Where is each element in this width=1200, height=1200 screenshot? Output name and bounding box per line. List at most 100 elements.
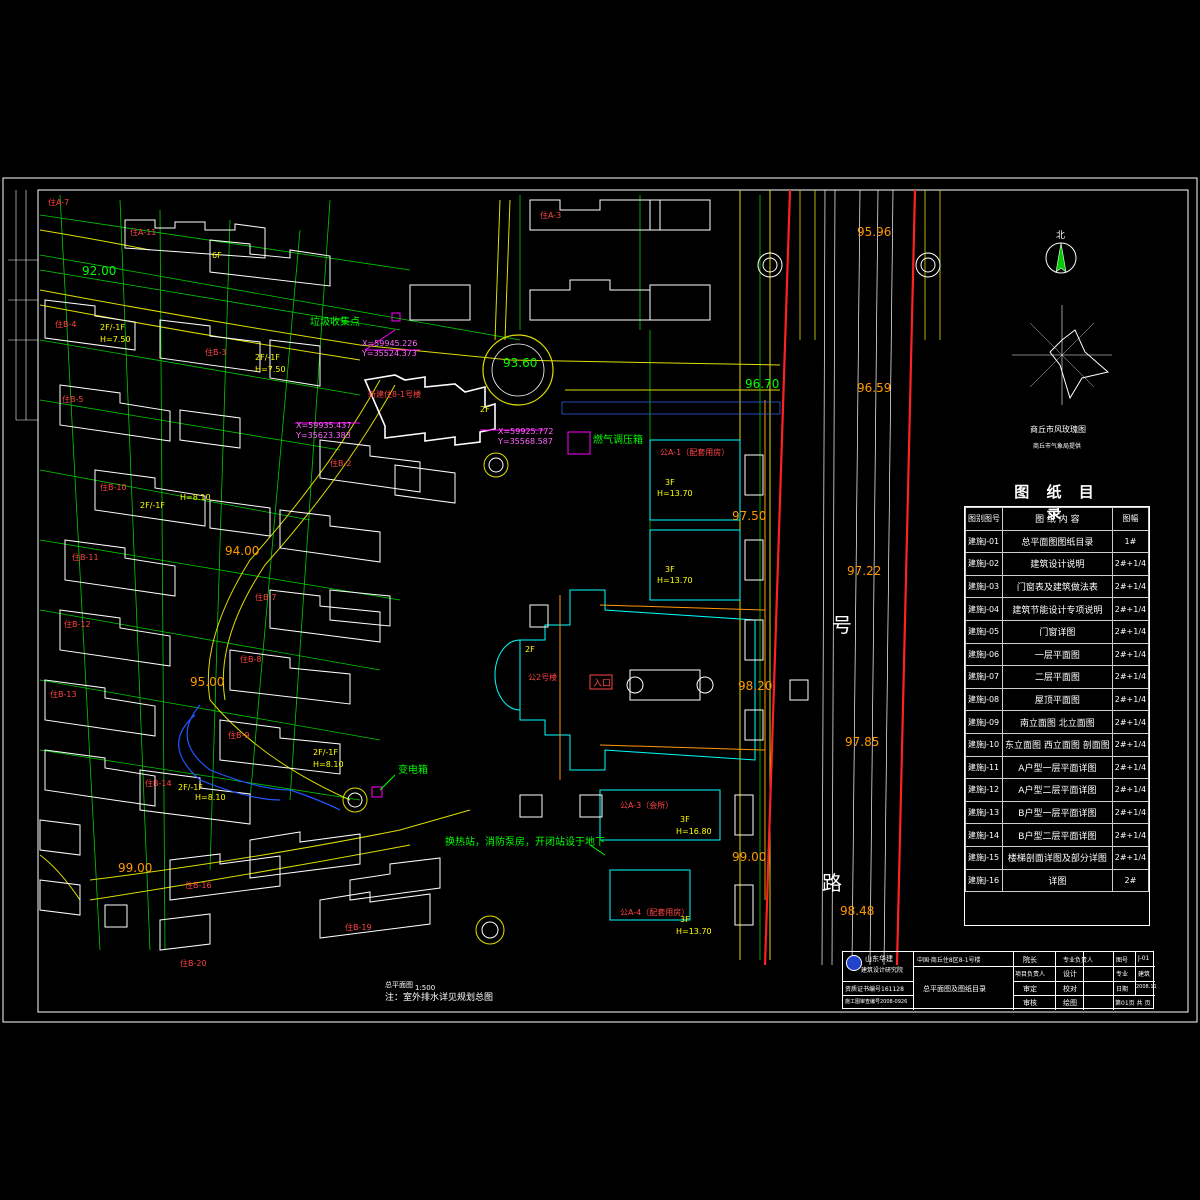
- index-row: 建施J-10 东立面图 西立面图 剖面图 2#+1/4: [965, 732, 1150, 757]
- bldg-b9: 住B-9: [228, 730, 249, 740]
- coord-2: X=59925.772: [498, 427, 553, 436]
- bldg-pub-a3: 公A-3（会所）: [620, 800, 673, 810]
- bldg-b16: 住B-16: [185, 880, 212, 890]
- elev-6: 95.96: [857, 225, 891, 239]
- index-size: 2#+1/4: [1111, 552, 1150, 576]
- tb-cert: 资质证书编号161128: [845, 986, 904, 993]
- residential-buildings: [39, 199, 711, 951]
- label-scale-value: 1:500: [415, 984, 435, 992]
- company-logo-icon: [846, 955, 862, 971]
- tb-r4-b: 绘图: [1063, 999, 1077, 1007]
- index-size: 2#+1/4: [1111, 710, 1150, 734]
- index-code: 建施J-05: [965, 619, 1003, 644]
- bldg-b8: 住B-8: [240, 654, 261, 664]
- tb-r2-d: 建筑: [1138, 971, 1151, 978]
- index-size: 2#+1/4: [1111, 597, 1150, 621]
- coord-2b: Y=35568.587: [497, 437, 553, 446]
- bldg-b12: 住B-12: [64, 619, 91, 629]
- bldg-a11: 住A-11: [130, 227, 156, 237]
- road-char-1: 号: [832, 613, 852, 637]
- index-row: 建施J-09 南立面图 北立面图 2#+1/4: [965, 710, 1150, 734]
- bldg-a7: 住A-7: [48, 197, 69, 207]
- tb-r1-b: 专业负责人: [1063, 957, 1094, 964]
- tb-drawing-name: 总平面图及图纸目录: [923, 985, 986, 993]
- index-size: 2#+1/4: [1111, 574, 1150, 599]
- drawing-index-table: 图别图号 图 纸 内 容 图幅 建施J-01 总平面图图纸目录 1# 建施J-02 建筑…: [964, 506, 1150, 926]
- height-b9: H=8.10: [313, 760, 344, 769]
- north-label: 北: [1056, 230, 1065, 241]
- index-content: B户型二层平面详图: [1002, 823, 1113, 847]
- label-note: 注：室外排水详见规划总图: [385, 991, 493, 1003]
- index-content: 二层平面图: [1002, 665, 1113, 689]
- tb-r4-a: 审核: [1023, 999, 1037, 1007]
- tb-r2-b: 设计: [1063, 970, 1077, 978]
- label-collection-point: 垃圾收集点: [310, 315, 360, 328]
- index-content: A户型二层平面详图: [1002, 778, 1113, 802]
- wind-rose: 商丘市风玫瑰图 商丘市气象局提供: [1012, 305, 1112, 450]
- bldg-b4: 住B-4: [55, 319, 76, 329]
- tb-company-sub: 建筑设计研究院: [861, 967, 904, 974]
- index-size: 2#+1/4: [1111, 619, 1150, 644]
- floors-b9: 2F/-1F: [313, 748, 338, 757]
- elev-7: 96.70: [745, 377, 779, 391]
- index-code: 建施J-03: [965, 574, 1003, 599]
- index-row: 建施J-01 总平面图图纸目录 1#: [965, 529, 1150, 554]
- label-new-building: 新建住8-1号楼: [368, 389, 421, 399]
- tb-project: 中国·商丘住8区8-1号楼: [917, 957, 981, 964]
- tb-r4-c: 第01页 共 页: [1115, 1000, 1151, 1007]
- floors-new: 2F: [480, 405, 490, 414]
- tb-r1-a: 院长: [1023, 956, 1037, 964]
- bldg-b2: 住B-2: [330, 458, 351, 468]
- binding-strip: [8, 190, 38, 421]
- tb-cert2: 施工图审查编号2008-0926: [845, 999, 908, 1005]
- bldg-b13: 住B-13: [50, 689, 77, 699]
- tb-r3-a: 审定: [1023, 985, 1037, 993]
- coord-1: X=59935.437: [296, 421, 351, 430]
- index-code: 建施J-13: [965, 800, 1003, 825]
- height-b4: H=7.50: [100, 335, 131, 344]
- walkways: [559, 400, 766, 900]
- coord-3b: Y=35524.373: [361, 349, 417, 358]
- label-scale-name: 总平面图: [385, 980, 413, 989]
- floors-a11: 6F: [212, 251, 222, 260]
- index-row: 建施J-11 A户型一层平面详图 2#+1/4: [965, 755, 1150, 780]
- height-b14: H=8.10: [195, 793, 226, 802]
- index-content: 建筑设计说明: [1002, 552, 1113, 576]
- label-heat-note: 换热站，消防泵房，开闭站设于地下: [445, 835, 605, 848]
- index-code: 建施J-01: [965, 529, 1003, 554]
- elev-2: 93.60: [503, 356, 537, 370]
- label-gas-station: 燃气调压箱: [593, 433, 643, 446]
- height-a1: H=13.70: [657, 489, 693, 498]
- bldg-pub-a1: 公A-1（配套用房）: [660, 447, 729, 457]
- coord-3: X=59945.226: [362, 339, 417, 348]
- index-code: 建施J-09: [965, 710, 1003, 734]
- index-header-size: 图幅: [1111, 507, 1150, 531]
- index-content: A户型一层平面详图: [1002, 755, 1113, 780]
- index-code: 建施J-08: [965, 687, 1003, 712]
- index-row: 建施J-06 一层平面图 2#+1/4: [965, 642, 1150, 667]
- index-size: 2#+1/4: [1111, 845, 1150, 870]
- index-row: 建施J-04 建筑节能设计专项说明 2#+1/4: [965, 597, 1150, 621]
- index-row: 建施J-08 屋顶平面图 2#+1/4: [965, 687, 1150, 712]
- tb-r2-a: 项目负责人: [1015, 971, 1046, 978]
- bldg-b3: 住B-3: [205, 347, 226, 357]
- parking-band: [561, 401, 781, 415]
- index-content: 详图: [1002, 868, 1113, 893]
- label-transformer: 变电箱: [398, 763, 428, 776]
- index-content: 建筑节能设计专项说明: [1002, 597, 1113, 621]
- index-size: 1#: [1111, 529, 1150, 554]
- tb-r3-c: 日期: [1116, 986, 1129, 993]
- index-row: 建施J-05 门窗详图 2#+1/4: [965, 619, 1150, 644]
- bldg-b20: 住B-20: [180, 958, 207, 968]
- index-size: 2#+1/4: [1111, 800, 1150, 825]
- index-content: 门窗详图: [1002, 619, 1113, 644]
- elev-4: 95.00: [190, 675, 224, 689]
- tb-r3-b: 校对: [1063, 985, 1077, 993]
- label-public2: 公2号楼: [528, 672, 557, 682]
- index-code: 建施J-07: [965, 665, 1003, 689]
- index-header-row: 图别图号 图 纸 内 容 图幅: [965, 507, 1150, 531]
- elev-9: 97.50: [732, 509, 766, 523]
- index-size: 2#+1/4: [1111, 642, 1150, 667]
- index-code: 建施J-14: [965, 823, 1003, 847]
- elev-10: 97.22: [847, 564, 881, 578]
